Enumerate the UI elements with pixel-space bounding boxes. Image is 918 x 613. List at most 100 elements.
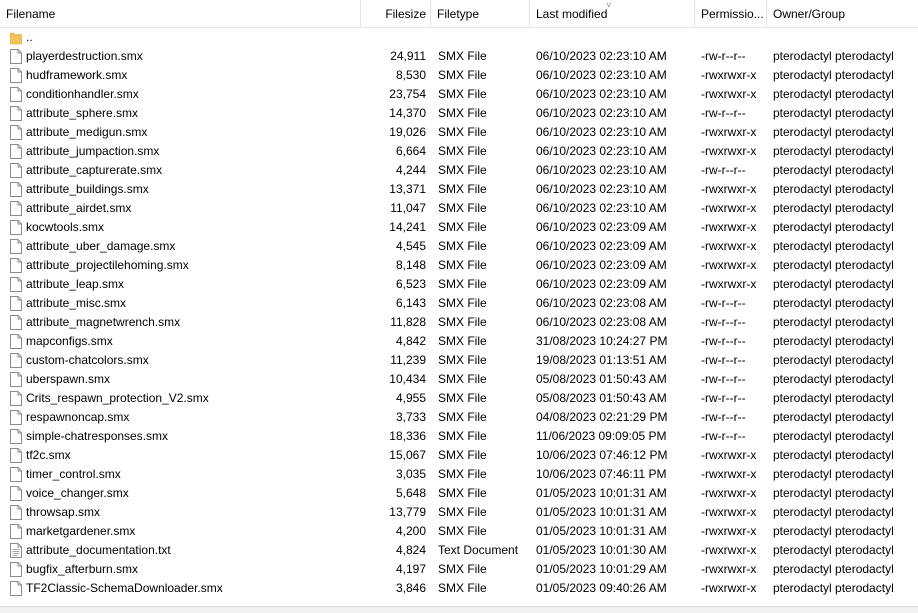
file-icon [10,125,22,140]
file-row[interactable]: uberspawn.smx 10,434 SMX File 05/08/2023 01… [0,370,918,389]
file-permissions: -rw-r--r-- [701,163,746,177]
file-name: attribute_sphere.smx [26,106,139,120]
file-modified: 31/08/2023 10:24:27 PM [536,334,668,348]
column-header-filename[interactable]: Filename [0,0,361,28]
file-row[interactable]: attribute_airdet.smx 11,047 SMX File 06/10/… [0,199,918,218]
file-permissions: -rwxrwxr-x [701,524,757,538]
file-icon [10,334,22,349]
file-permissions: -rw-r--r-- [701,429,746,443]
file-type: SMX File [438,182,487,196]
file-owner-group: pterodactyl pterodactyl [773,87,894,101]
file-icon [10,391,22,406]
file-permissions: -rw-r--r-- [701,296,746,310]
file-size: 10,434 [389,372,426,386]
file-type: SMX File [438,296,487,310]
file-size: 11,239 [390,353,426,367]
file-owner-group: pterodactyl pterodactyl [773,448,894,462]
file-permissions: -rwxrwxr-x [701,68,757,82]
parent-directory-row[interactable]: .. [0,28,918,47]
file-row[interactable]: TF2Classic-SchemaDownloader.smx 3,846 SMX … [0,579,918,598]
file-size: 14,241 [389,220,426,234]
file-row[interactable]: bugfix_afterburn.smx 4,197 SMX File 01/05/2… [0,560,918,579]
file-name: bugfix_afterburn.smx [26,562,139,576]
file-permissions: -rwxrwxr-x [701,448,757,462]
file-name: timer_control.smx [26,467,121,481]
file-name: hudframework.smx [26,68,128,82]
file-row[interactable]: kocwtools.smx 14,241 SMX File 06/10/2023 02… [0,218,918,237]
file-modified: 06/10/2023 02:23:10 AM [536,68,667,82]
file-row[interactable]: attribute_projectilehoming.smx 8,148 SMX F… [0,256,918,275]
file-permissions: -rwxrwxr-x [701,543,757,557]
file-row[interactable]: attribute_magnetwrench.smx 11,828 SMX File… [0,313,918,332]
file-owner-group: pterodactyl pterodactyl [773,220,894,234]
file-modified: 06/10/2023 02:23:10 AM [536,49,667,63]
column-header-owner-group[interactable]: Owner/Group [767,0,918,28]
file-permissions: -rw-r--r-- [701,391,746,405]
file-row[interactable]: attribute_documentation.txt 4,824 Text Doc… [0,541,918,560]
file-row[interactable]: timer_control.smx 3,035 SMX File 10/06/2023… [0,465,918,484]
file-row[interactable]: marketgardener.smx 4,200 SMX File 01/05/202… [0,522,918,541]
file-row[interactable]: attribute_medigun.smx 19,026 SMX File 06/10… [0,123,918,142]
file-row[interactable]: attribute_uber_damage.smx 4,545 SMX File 06… [0,237,918,256]
file-name: tf2c.smx [26,448,71,462]
file-modified: 06/10/2023 02:23:08 AM [536,315,667,329]
file-row[interactable]: simple-chatresponses.smx 18,336 SMX File 11… [0,427,918,446]
file-row[interactable]: attribute_jumpaction.smx 6,664 SMX File 06/… [0,142,918,161]
file-modified: 11/06/2023 09:09:05 PM [536,429,667,443]
file-name: marketgardener.smx [26,524,136,538]
file-name: kocwtools.smx [26,220,105,234]
file-row[interactable]: mapconfigs.smx 4,842 SMX File 31/08/2023 10… [0,332,918,351]
file-row[interactable]: conditionhandler.smx 23,754 SMX File 06/10/… [0,85,918,104]
file-row[interactable]: playerdestruction.smx 24,911 SMX File 06/10… [0,47,918,66]
file-icon [10,410,22,425]
file-type: SMX File [438,486,487,500]
file-permissions: -rw-r--r-- [701,410,746,424]
file-row[interactable]: respawnoncap.smx 3,733 SMX File 04/08/2023 … [0,408,918,427]
file-row[interactable]: attribute_misc.smx 6,143 SMX File 06/10/202… [0,294,918,313]
file-name: attribute_airdet.smx [26,201,132,215]
column-header-last-modified-label: Last modified [536,7,608,21]
file-size: 14,370 [389,106,426,120]
file-type: SMX File [438,410,487,424]
file-name: simple-chatresponses.smx [26,429,169,443]
file-modified: 06/10/2023 02:23:09 AM [536,258,667,272]
file-name: attribute_projectilehoming.smx [26,258,189,272]
file-owner-group: pterodactyl pterodactyl [773,391,894,405]
file-type: SMX File [438,68,487,82]
file-modified: 06/10/2023 02:23:10 AM [536,106,667,120]
file-row[interactable]: attribute_leap.smx 6,523 SMX File 06/10/202… [0,275,918,294]
file-row[interactable]: voice_changer.smx 5,648 SMX File 01/05/2023… [0,484,918,503]
file-permissions: -rw-r--r-- [701,372,746,386]
file-icon [10,239,22,254]
file-row[interactable]: attribute_buildings.smx 13,371 SMX File 06/… [0,180,918,199]
file-size: 24,911 [390,49,426,63]
file-row[interactable]: custom-chatcolors.smx 11,239 SMX File 19/08… [0,351,918,370]
column-header-permissions[interactable]: Permissio... [695,0,767,28]
file-modified: 06/10/2023 02:23:08 AM [536,296,667,310]
column-header-filetype[interactable]: Filetype [431,0,530,28]
file-type: SMX File [438,315,487,329]
file-modified: 06/10/2023 02:23:10 AM [536,125,667,139]
column-header-filesize[interactable]: Filesize [361,0,431,28]
file-owner-group: pterodactyl pterodactyl [773,106,894,120]
file-name: throwsap.smx [26,505,101,519]
file-type: SMX File [438,391,487,405]
file-name: Crits_respawn_protection_V2.smx [26,391,209,405]
file-size: 19,026 [389,125,426,139]
file-type: SMX File [438,239,487,253]
file-row[interactable]: Crits_respawn_protection_V2.smx 4,955 SMX … [0,389,918,408]
file-modified: 05/08/2023 01:50:43 AM [536,391,667,405]
file-row[interactable]: tf2c.smx 15,067 SMX File 10/06/2023 07:46:1… [0,446,918,465]
column-header-last-modified[interactable]: Last modified ˅ [530,0,695,28]
file-modified: 06/10/2023 02:23:09 AM [536,239,667,253]
file-row[interactable]: throwsap.smx 13,779 SMX File 01/05/2023 10:… [0,503,918,522]
file-row[interactable]: hudframework.smx 8,530 SMX File 06/10/2023 … [0,66,918,85]
file-row[interactable]: attribute_capturerate.smx 4,244 SMX File 06… [0,161,918,180]
file-permissions: -rwxrwxr-x [701,277,757,291]
sort-descending-icon: ˅ [606,0,612,10]
file-size: 8,148 [395,258,426,272]
file-row[interactable]: attribute_sphere.smx 14,370 SMX File 06/10/… [0,104,918,123]
file-owner-group: pterodactyl pterodactyl [773,144,894,158]
file-permissions: -rwxrwxr-x [701,581,757,595]
file-type: SMX File [438,201,487,215]
